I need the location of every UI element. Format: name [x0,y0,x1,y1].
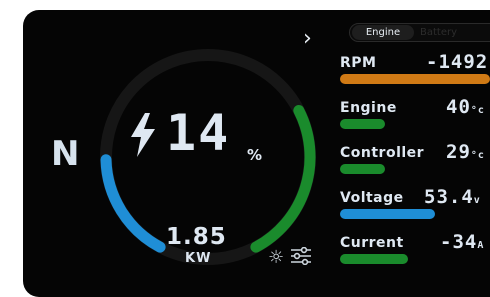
metric-value: -34A [440,231,485,253]
power-value: 1.85 [166,224,227,250]
metric-rpm: RPM -1492 [340,51,490,95]
metric-bar [340,254,408,264]
metric-value: -1492 [426,51,489,73]
charge-percent: 14 [166,104,231,162]
metric-label: Voltage [340,190,404,206]
metric-bar [340,119,385,129]
metric-controller: Controller 29°c [340,141,490,185]
metric-engine: Engine 40°c [340,96,490,140]
metric-bar [340,209,435,219]
power-unit: KW [185,251,212,266]
metric-value: 53.4v [424,186,481,208]
dashboard-screen: N › 14 % 1.85 KW ☼ Engine Battery RPM -1… [23,10,490,297]
lightning-bolt-icon [131,113,155,157]
charge-unit: % [247,146,263,164]
metric-current: Current -34A [340,231,490,275]
metric-bar [340,164,385,174]
metric-label: RPM [340,55,377,71]
metric-label: Engine [340,100,397,116]
tab-engine[interactable]: Engine [352,25,414,40]
control-icons: ☼ [268,247,312,268]
tab-switcher: Engine Battery [349,23,490,42]
gear-indicator: N [51,134,81,174]
metric-value: 29°c [446,141,485,163]
metric-bar [340,74,490,84]
metric-label: Controller [340,145,425,161]
sliders-icon[interactable] [290,247,312,265]
sun-icon[interactable]: ☼ [268,247,284,268]
metric-voltage: Voltage 53.4v [340,186,490,230]
metric-label: Current [340,235,404,251]
tab-battery[interactable]: Battery [420,25,457,40]
metric-value: 40°c [446,96,485,118]
gauge-arc-left [100,154,166,253]
